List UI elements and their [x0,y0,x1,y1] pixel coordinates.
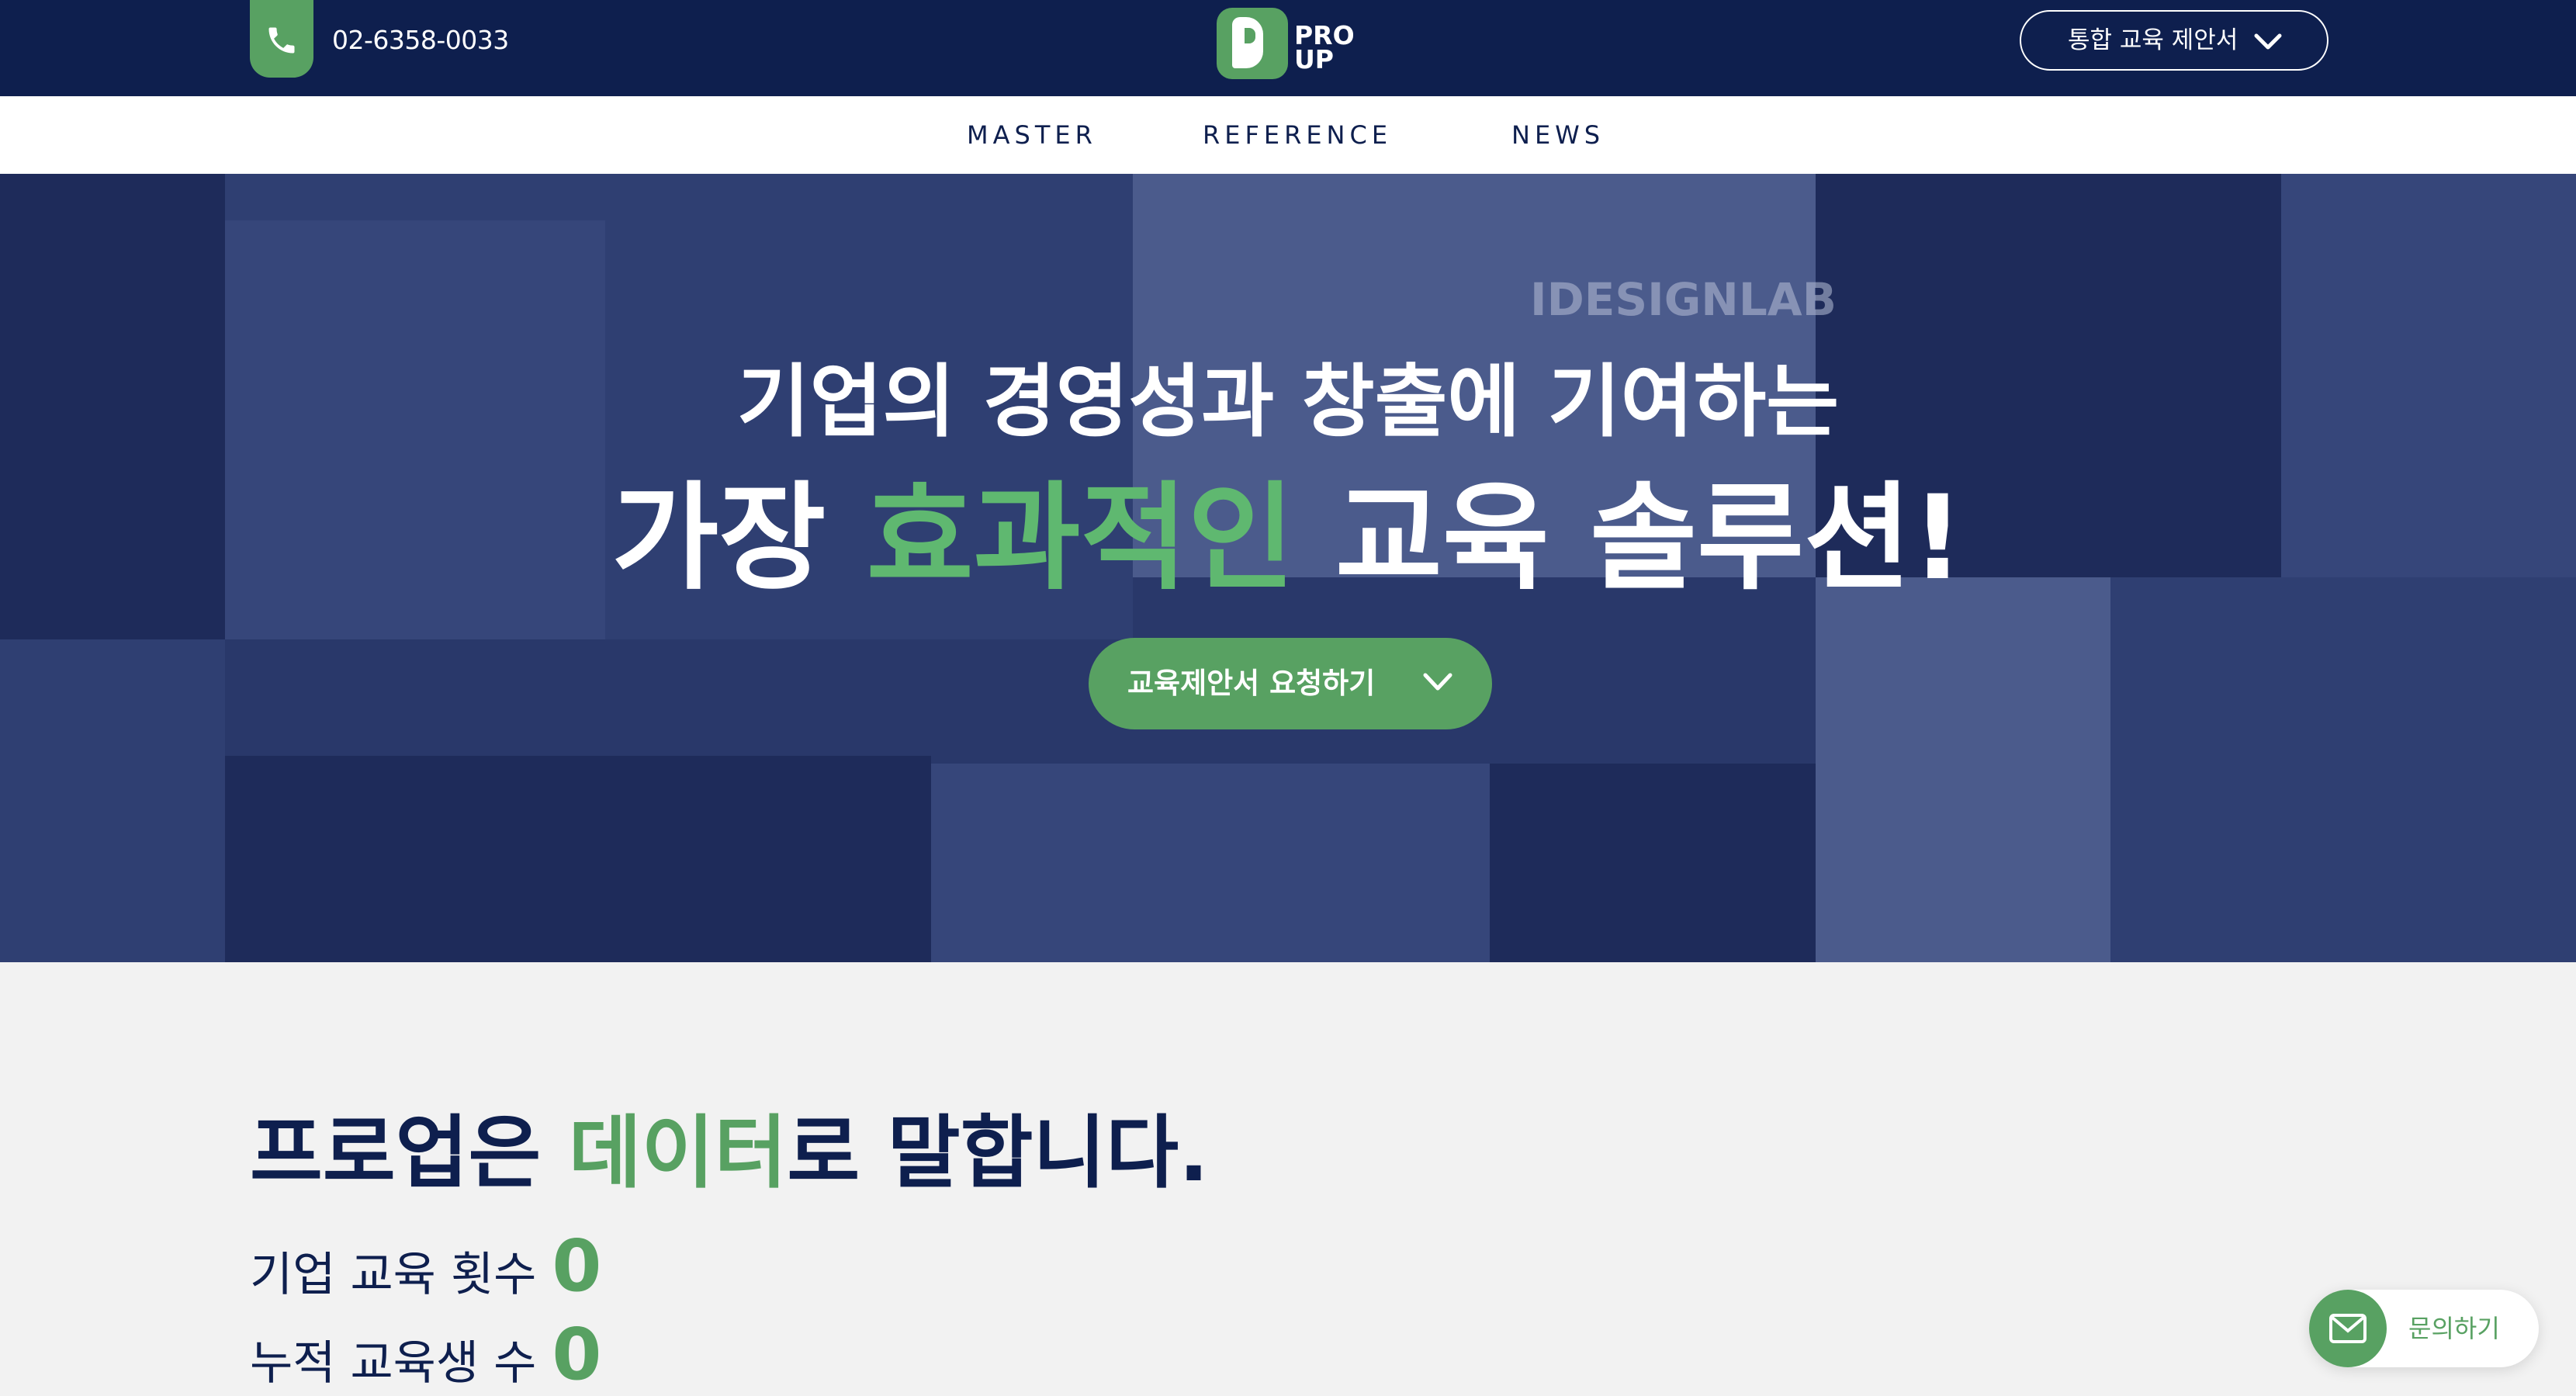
hero-bg-sign-text: IDESIGNLAB [1530,273,1837,326]
stat-value: 0 [552,1313,602,1396]
contact-button[interactable]: 문의하기 [2309,1290,2539,1367]
stat-cumulative-trainees: 누적 교육생 수0 [250,1319,601,1394]
hero-photo-tile [0,639,225,962]
chevron-down-icon [1423,673,1452,691]
chevron-down-icon [2254,33,2282,50]
stat-value: 0 [552,1225,602,1308]
proup-logo[interactable]: PRO UP [1217,8,1356,79]
data-title-highlight: 데이터 [568,1107,788,1200]
hero-headline-2: 가장 효과적인 교육 솔루션! [0,469,2576,608]
request-proposal-label: 교육제안서 요청하기 [1127,667,1376,700]
nav-item-reference[interactable]: REFERENCE [1203,118,1392,152]
stat-label: 누적 교육생 수 [250,1336,537,1391]
hero-photo-tile [225,174,605,220]
logo-mark [1217,8,1288,79]
hero-banner: IDESIGNLAB 기업의 경영성과 창출에 기여하는 가장 효과적인 교육 … [0,174,2576,962]
hero-headline-2a: 가장 [611,471,867,606]
phone-icon [268,27,295,54]
request-proposal-button[interactable]: 교육제안서 요청하기 [1089,638,1492,729]
mail-icon [2329,1314,2367,1343]
contact-icon-circle [2309,1290,2387,1367]
hero-headline-1: 기업의 경영성과 창출에 기여하는 [736,356,1840,449]
stat-label: 기업 교육 횟수 [250,1248,537,1302]
hero-photo-tile [1816,577,2110,962]
logo-text-line2: UP [1294,44,1334,74]
data-section-title: 프로업은 데이터로 말합니다. [250,1103,1209,1204]
proposal-button-label: 통합 교육 제안서 [2068,26,2238,54]
logo-text: PRO UP [1294,23,1355,74]
main-nav: MASTER REFERENCE NEWS [0,96,2576,174]
nav-item-news[interactable]: NEWS [1511,118,1605,152]
hero-headline-2b: 교육 솔루션! [1294,471,1965,606]
contact-button-label: 문의하기 [2408,1314,2500,1343]
hero-photo-tile [931,764,1490,962]
top-bar: 02-6358-0033 PRO UP 통합 교육 제안서 [0,0,2576,96]
data-title-a: 프로업은 [250,1107,569,1200]
nav-item-master[interactable]: MASTER [967,118,1097,152]
integrated-proposal-button[interactable]: 통합 교육 제안서 [2020,10,2328,71]
phone-tab[interactable] [250,0,313,78]
data-title-b: 로 말합니다. [787,1107,1209,1200]
stat-corporate-training-count: 기업 교육 횟수 0 [250,1231,601,1306]
hero-headline-highlight: 효과적인 [866,471,1295,606]
hero-photo-tile [2110,577,2576,962]
phone-number[interactable]: 02-6358-0033 [332,23,509,57]
hero-photo-tile [225,756,931,962]
hero-photo-tile [1490,764,1816,962]
